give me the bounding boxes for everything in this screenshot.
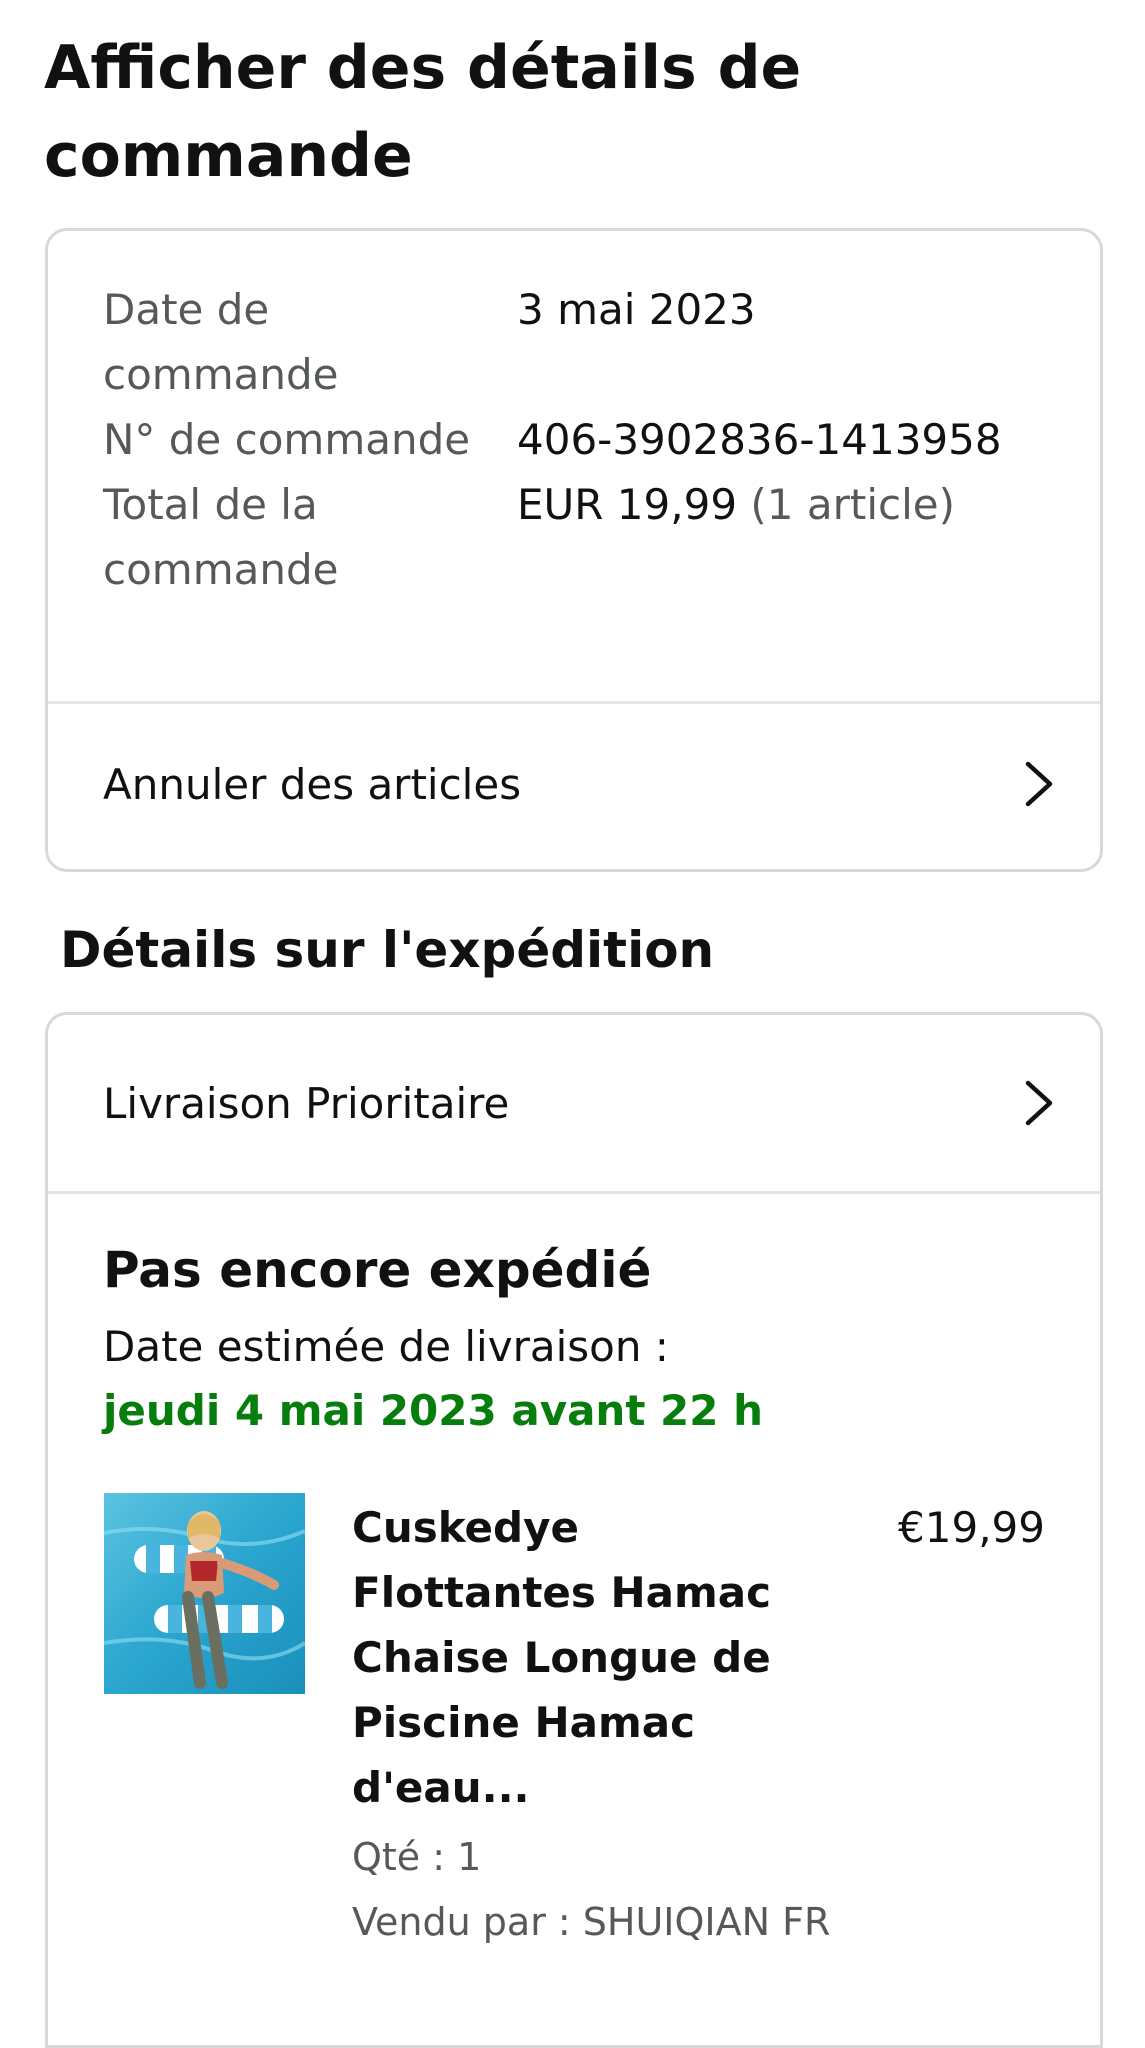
order-total-value: EUR 19,99 (517, 480, 738, 529)
order-date-label: Date de commande (103, 285, 339, 399)
order-number-value: 406-3902836-1413958 (517, 415, 1002, 464)
cancel-items-label: Annuler des articles (103, 759, 522, 809)
order-total-row: Total de la commande EUR 19,99 (1 articl… (103, 472, 1063, 602)
shipment-status: Pas encore expédié (103, 1241, 652, 1299)
shipping-card: Livraison Prioritaire Pas encore expédié… (45, 1012, 1103, 2048)
product-title[interactable]: Cuskedye Flottantes Hamac Chaise Longue … (352, 1495, 782, 1820)
order-date-value: 3 mai 2023 (517, 285, 756, 334)
order-summary-card: Date de commande 3 mai 2023 N° de comman… (45, 228, 1103, 872)
product-price: €19,99 (898, 1503, 1045, 1552)
order-summary-rows: Date de commande 3 mai 2023 N° de comman… (103, 277, 1063, 602)
chevron-right-icon (1025, 761, 1053, 807)
page-title: Afficher des détails de commande (44, 33, 802, 191)
shipping-method-link[interactable]: Livraison Prioritaire (48, 1015, 1100, 1191)
order-total-label: Total de la commande (103, 480, 339, 594)
order-number-row: N° de commande 406-3902836-1413958 (103, 407, 1063, 472)
shipping-details-heading: Détails sur l'expédition (60, 921, 715, 979)
shipping-divider (48, 1191, 1100, 1194)
order-total-item-count: (1 article) (750, 480, 956, 529)
order-date-row: Date de commande 3 mai 2023 (103, 277, 1063, 407)
estimated-delivery-date: jeudi 4 mai 2023 avant 22 h (103, 1386, 763, 1435)
order-total-value-wrap: EUR 19,99 (1 article) (517, 472, 955, 537)
chevron-right-icon (1025, 1080, 1053, 1126)
order-number-label: N° de commande (103, 415, 471, 464)
cancel-items-link[interactable]: Annuler des articles (48, 704, 1100, 864)
shipping-method-label: Livraison Prioritaire (103, 1078, 510, 1128)
product-image[interactable] (104, 1493, 305, 1694)
product-seller: Vendu par : SHUIQIAN FR (352, 1900, 831, 1944)
product-quantity: Qté : 1 (352, 1835, 482, 1879)
estimated-delivery-label: Date estimée de livraison : (103, 1322, 669, 1371)
